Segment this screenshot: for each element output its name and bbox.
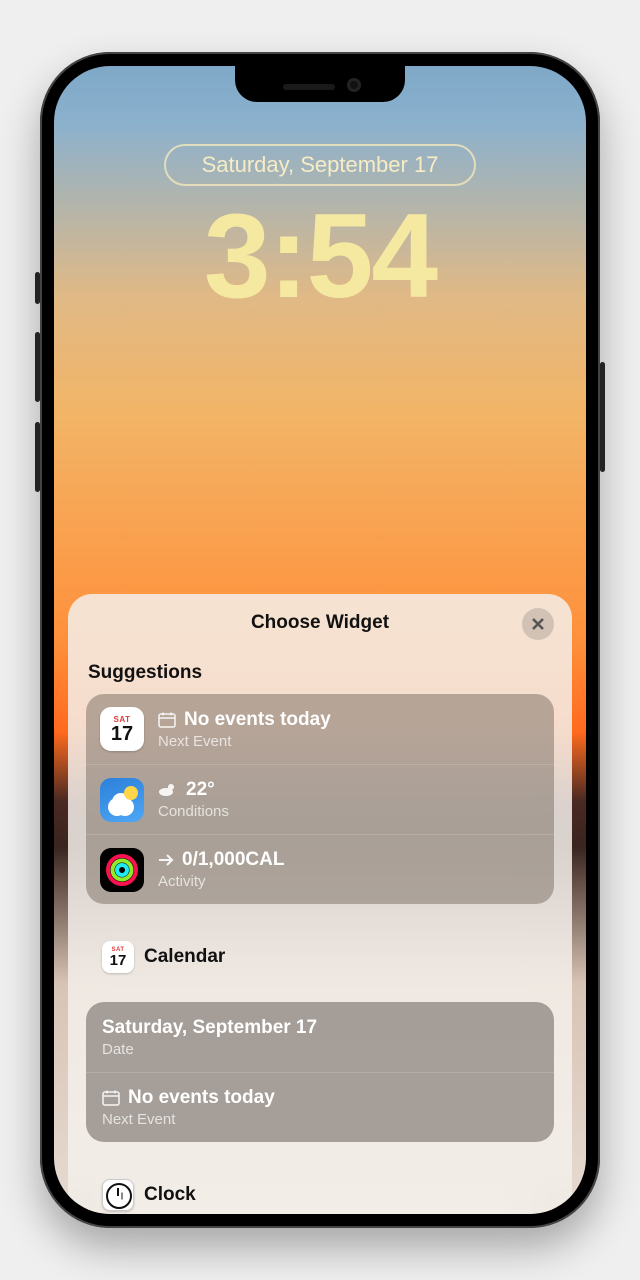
suggestion-primary: 22°	[186, 779, 215, 801]
choose-widget-sheet: Choose Widget Suggestions SAT 17 N	[68, 594, 572, 1214]
volume-down-button	[35, 422, 40, 492]
suggestion-next-event[interactable]: SAT 17 No events today Next Event	[86, 694, 554, 764]
weather-app-icon	[100, 778, 144, 822]
suggestions-card: SAT 17 No events today Next Event	[86, 694, 554, 904]
clock-app-icon	[102, 1179, 134, 1211]
phone-frame: Saturday, September 17 3:54 Choose Widge…	[40, 52, 600, 1228]
calendar-nextevent-widget[interactable]: No events today Next Event	[86, 1072, 554, 1142]
calendar-app-icon: SAT 17	[102, 941, 134, 973]
mute-switch	[35, 272, 40, 304]
weather-glyph-icon	[158, 782, 178, 798]
suggestion-activity[interactable]: 0/1,000CAL Activity	[86, 834, 554, 904]
calendar-icon-day-num: 17	[111, 724, 133, 744]
volume-up-button	[35, 332, 40, 402]
calendar-app-icon: SAT 17	[100, 707, 144, 751]
close-icon	[531, 617, 545, 631]
suggestion-weather[interactable]: 22° Conditions	[86, 764, 554, 834]
sheet-header: Choose Widget	[86, 608, 554, 644]
lockscreen-header: Saturday, September 17 3:54	[54, 144, 586, 316]
lockscreen-time[interactable]: 3:54	[54, 196, 586, 316]
lockscreen-date-pill[interactable]: Saturday, September 17	[164, 144, 477, 186]
suggestion-secondary: Conditions	[158, 803, 540, 820]
calendar-item-primary: Saturday, September 17	[102, 1017, 317, 1039]
suggestion-primary: 0/1,000CAL	[182, 849, 284, 871]
notch	[235, 66, 405, 102]
clock-section-heading: Clock	[88, 1160, 552, 1214]
calendar-item-secondary: Date	[102, 1041, 540, 1058]
calendar-date-widget[interactable]: Saturday, September 17 Date	[86, 1002, 554, 1072]
calendar-glyph-icon	[102, 1090, 120, 1106]
suggestions-heading: Suggestions	[88, 662, 552, 684]
calendar-section-heading: SAT 17 Calendar	[88, 922, 552, 992]
lockscreen-date: Saturday, September 17	[202, 152, 439, 177]
calendar-glyph-icon	[158, 712, 176, 728]
suggestion-primary: No events today	[184, 709, 331, 731]
close-button[interactable]	[522, 608, 554, 640]
power-button	[600, 362, 605, 472]
clock-section-label: Clock	[144, 1184, 196, 1206]
calendar-item-secondary: Next Event	[102, 1111, 540, 1128]
screen: Saturday, September 17 3:54 Choose Widge…	[54, 66, 586, 1214]
sheet-title: Choose Widget	[251, 612, 389, 633]
calendar-card: Saturday, September 17 Date No events to…	[86, 1002, 554, 1142]
arrow-right-icon	[158, 853, 174, 867]
calendar-section-label: Calendar	[144, 946, 225, 968]
suggestion-secondary: Next Event	[158, 733, 540, 750]
suggestion-secondary: Activity	[158, 873, 540, 890]
calendar-item-primary: No events today	[128, 1087, 275, 1109]
calendar-icon-day-num: 17	[110, 953, 127, 968]
activity-app-icon	[100, 848, 144, 892]
